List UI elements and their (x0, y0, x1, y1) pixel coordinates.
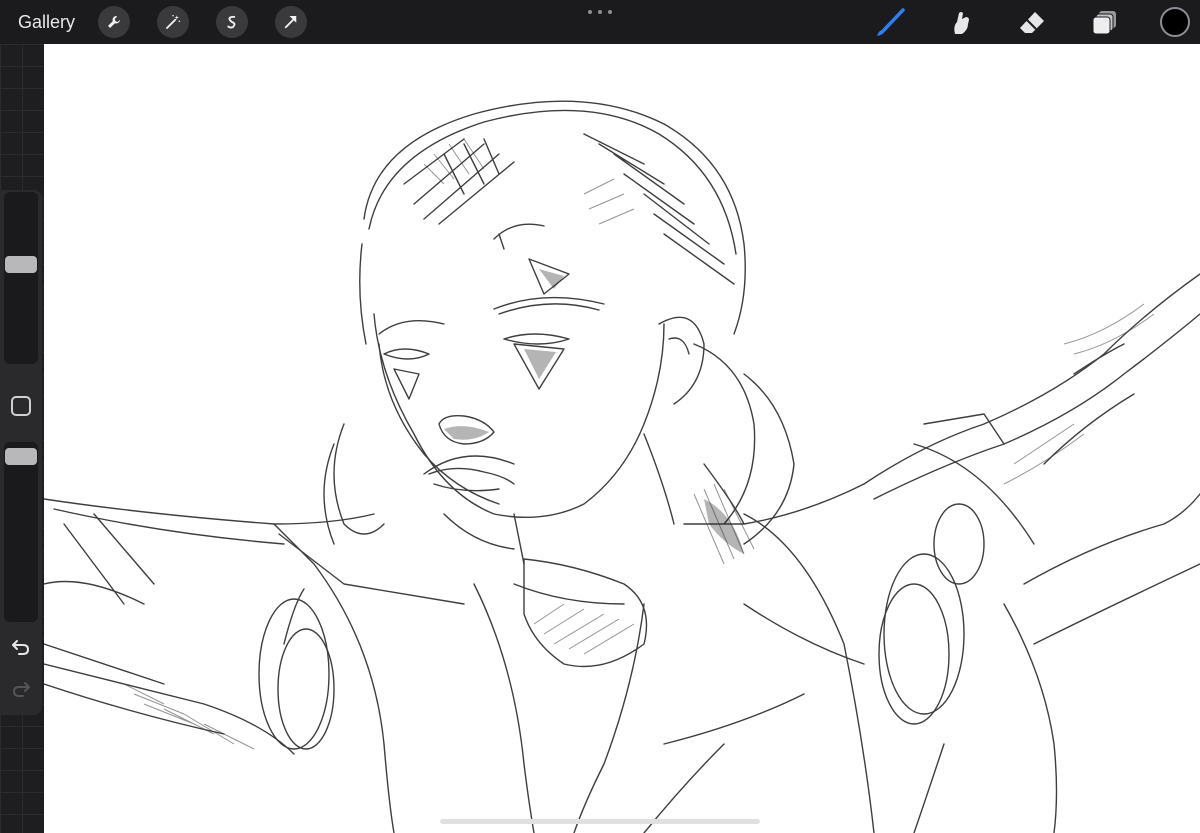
selection-button[interactable] (216, 6, 248, 38)
transform-arrow-icon (284, 16, 297, 29)
pencil-sketch (44, 100, 1200, 833)
actions-button[interactable] (98, 6, 130, 38)
opacity-thumb[interactable] (5, 448, 37, 465)
eraser-icon (1020, 12, 1044, 33)
wrench-icon (108, 16, 120, 28)
layers-icon (1092, 11, 1116, 35)
color-swatch[interactable] (1160, 7, 1190, 37)
undo-icon[interactable] (10, 636, 32, 658)
brush-size-slider[interactable] (4, 192, 38, 364)
layers-tool-button[interactable] (1090, 8, 1120, 38)
magic-wand-icon (166, 14, 181, 29)
redo-icon[interactable] (10, 678, 32, 700)
eraser-tool-button[interactable] (1017, 8, 1047, 38)
home-indicator (440, 819, 760, 824)
left-sidebar (0, 190, 42, 715)
smudge-tool-button[interactable] (946, 8, 976, 38)
brush-size-thumb[interactable] (5, 256, 37, 273)
modify-square-icon[interactable] (11, 396, 31, 416)
brush-tool-button[interactable] (875, 8, 905, 38)
opacity-slider[interactable] (4, 442, 38, 622)
smudge-icon (954, 12, 969, 34)
gallery-button[interactable]: Gallery (18, 11, 75, 33)
transform-button[interactable] (275, 6, 307, 38)
drawing-canvas[interactable] (44, 44, 1200, 833)
brush-icon (877, 8, 905, 36)
selection-icon (227, 15, 236, 29)
more-options-dots[interactable] (588, 6, 612, 18)
top-toolbar: Gallery (0, 0, 1200, 44)
adjustments-button[interactable] (157, 6, 189, 38)
